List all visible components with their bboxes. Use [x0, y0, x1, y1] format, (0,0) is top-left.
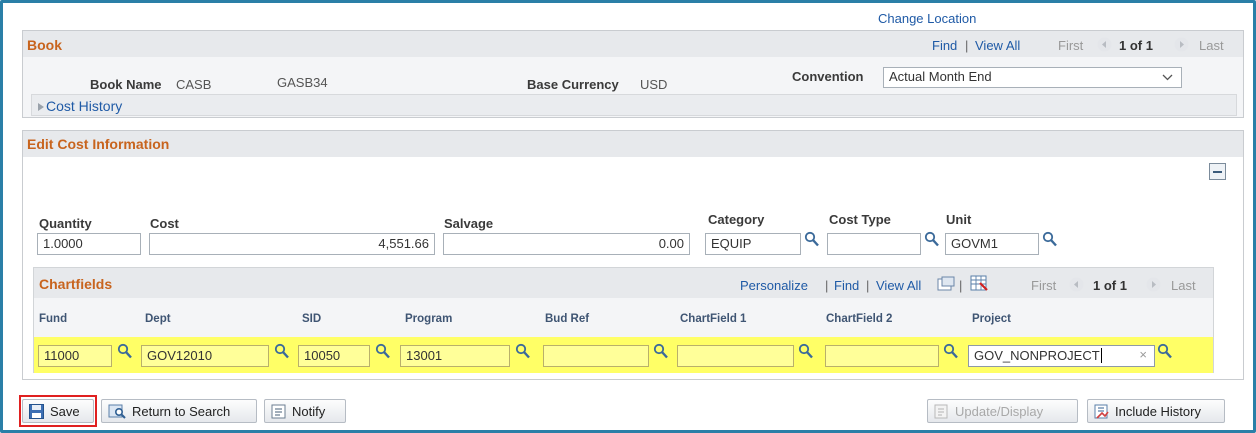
prev-arrow-icon — [1097, 37, 1112, 55]
search-icon[interactable] — [375, 343, 391, 361]
next-arrow-icon — [1146, 277, 1161, 295]
notify-button[interactable]: Notify — [264, 399, 346, 423]
collapse-icon[interactable] — [1209, 163, 1226, 180]
program-field[interactable]: 13001 — [400, 345, 510, 367]
book-name-label: Book Name — [90, 77, 162, 92]
base-currency-value: USD — [640, 77, 668, 92]
search-icon[interactable] — [943, 343, 959, 361]
column-header-program[interactable]: Program — [405, 313, 452, 325]
nav-separator: | — [825, 278, 829, 293]
quantity-field[interactable]: 1.0000 — [37, 233, 141, 255]
unit-field[interactable]: GOVM1 — [945, 233, 1039, 255]
update-display-icon — [934, 404, 949, 422]
expand-triangle-icon[interactable] — [37, 100, 45, 115]
clear-icon[interactable]: × — [1139, 348, 1147, 362]
next-arrow-icon — [1174, 37, 1189, 55]
book-name-value: CASB — [176, 77, 212, 92]
column-header-chartfield2[interactable]: ChartField 2 — [826, 313, 892, 325]
dept-field[interactable]: GOV12010 — [141, 345, 269, 367]
include-history-label: Include History — [1115, 404, 1201, 419]
category-label: Category — [708, 212, 765, 227]
search-icon[interactable] — [798, 343, 814, 361]
cost-type-field[interactable] — [827, 233, 921, 255]
convention-label: Convention — [792, 69, 864, 84]
column-header-project[interactable]: Project — [972, 313, 1011, 325]
chartfields-first-label: First — [1031, 278, 1057, 293]
chartfield2-field[interactable] — [825, 345, 939, 367]
return-to-search-label: Return to Search — [132, 404, 231, 419]
include-history-icon — [1094, 404, 1109, 422]
book-first-label: First — [1058, 38, 1084, 53]
bud-ref-field[interactable] — [543, 345, 649, 367]
update-display-label: Update/Display — [955, 404, 1044, 419]
update-display-button[interactable]: Update/Display — [927, 399, 1078, 423]
search-icon[interactable] — [1042, 231, 1058, 249]
quantity-label: Quantity — [39, 216, 92, 231]
chartfields-title: Chartfields — [39, 276, 113, 292]
book-find-link[interactable]: Find — [932, 38, 957, 53]
nav-separator: | — [866, 278, 870, 293]
column-header-sid[interactable]: SID — [302, 313, 321, 325]
book-view-all-link[interactable]: View All — [975, 38, 1020, 53]
cost-type-label: Cost Type — [829, 212, 891, 227]
change-location-link[interactable]: Change Location — [878, 11, 976, 26]
notify-icon — [271, 404, 286, 422]
return-search-icon — [108, 404, 126, 422]
prev-arrow-icon — [1069, 277, 1084, 295]
chartfield1-field[interactable] — [677, 345, 794, 367]
cost-history-link[interactable]: Cost History — [46, 98, 122, 114]
cost-history-bar — [31, 94, 1237, 116]
search-icon[interactable] — [117, 343, 133, 361]
book-description: GASB34 — [277, 75, 328, 90]
sid-field[interactable]: 10050 — [298, 345, 370, 367]
search-icon[interactable] — [804, 231, 820, 249]
project-field[interactable]: GOV_NONPROJECT × — [968, 345, 1155, 367]
base-currency-label: Base Currency — [527, 77, 619, 92]
search-icon[interactable] — [1157, 343, 1173, 361]
new-window-icon[interactable] — [937, 276, 955, 295]
convention-select[interactable]: Actual Month End — [883, 67, 1182, 88]
search-icon[interactable] — [274, 343, 290, 361]
nav-separator: | — [965, 38, 969, 53]
chartfields-last-label: Last — [1171, 278, 1196, 293]
nav-separator: | — [959, 278, 963, 293]
column-header-fund[interactable]: Fund — [39, 313, 67, 325]
book-title: Book — [27, 37, 62, 53]
column-header-dept[interactable]: Dept — [145, 313, 171, 325]
cost-label: Cost — [150, 216, 179, 231]
convention-value: Actual Month End — [889, 69, 992, 84]
notify-label: Notify — [292, 404, 326, 419]
book-page-count: 1 of 1 — [1119, 38, 1153, 53]
salvage-field[interactable]: 0.00 — [443, 233, 690, 255]
category-field[interactable]: EQUIP — [705, 233, 801, 255]
unit-label: Unit — [946, 212, 972, 227]
cost-field[interactable]: 4,551.66 — [149, 233, 435, 255]
download-grid-icon[interactable] — [970, 275, 988, 295]
search-icon[interactable] — [515, 343, 531, 361]
column-header-chartfield1[interactable]: ChartField 1 — [680, 313, 746, 325]
edit-cost-title: Edit Cost Information — [27, 136, 170, 152]
search-icon[interactable] — [653, 343, 669, 361]
salvage-label: Salvage — [444, 216, 494, 231]
chartfields-find-link[interactable]: Find — [834, 278, 859, 293]
return-to-search-button[interactable]: Return to Search — [101, 399, 257, 423]
edit-cost-header — [23, 131, 1243, 157]
search-icon[interactable] — [924, 231, 940, 249]
personalize-link[interactable]: Personalize — [740, 278, 808, 293]
project-value: GOV_NONPROJECT — [974, 348, 1100, 363]
column-header-bud-ref[interactable]: Bud Ref — [545, 313, 589, 325]
fund-field[interactable]: 11000 — [38, 345, 112, 367]
save-highlight-box — [19, 395, 97, 427]
chartfields-view-all-link[interactable]: View All — [876, 278, 921, 293]
text-cursor — [1100, 348, 1102, 363]
chartfields-page-count: 1 of 1 — [1093, 278, 1127, 293]
book-last-label: Last — [1199, 38, 1224, 53]
chevron-down-icon — [1162, 71, 1173, 85]
include-history-button[interactable]: Include History — [1087, 399, 1225, 423]
